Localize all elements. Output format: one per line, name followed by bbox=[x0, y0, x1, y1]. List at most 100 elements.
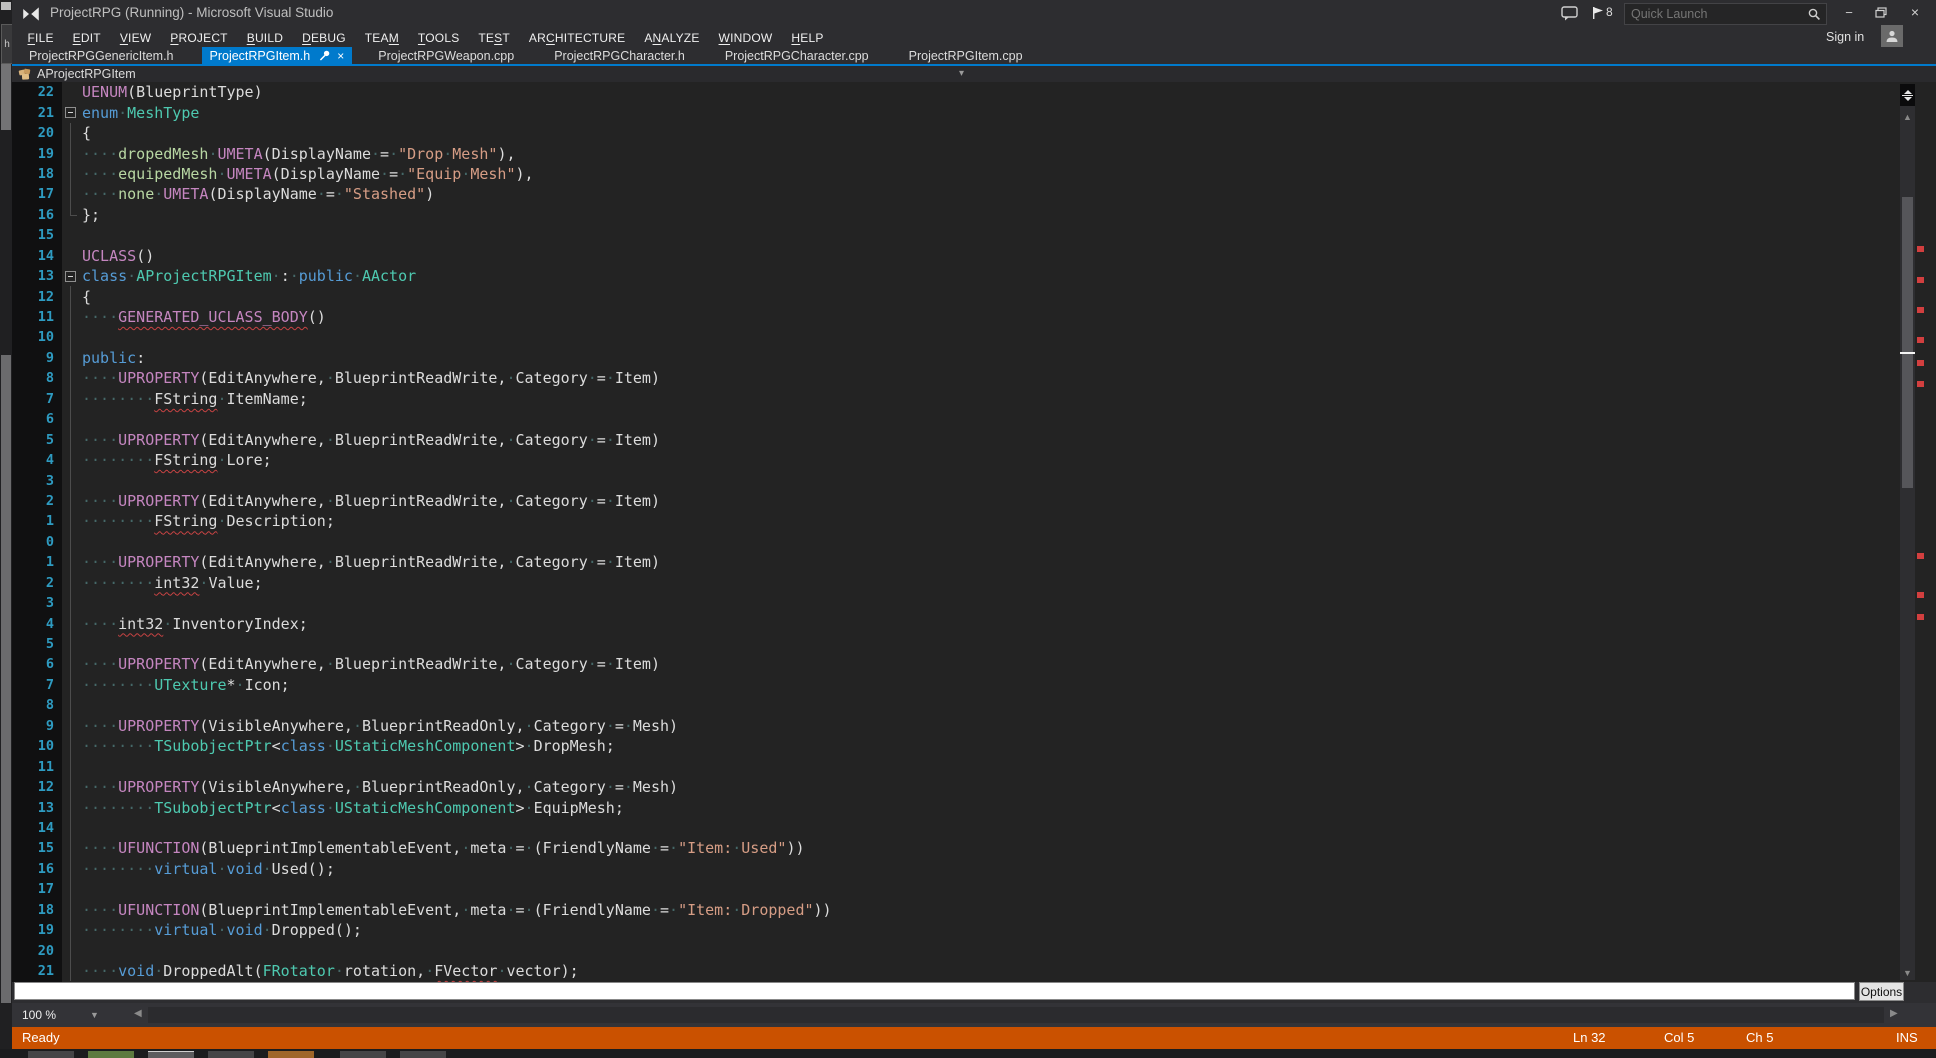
taskbar-app-button[interactable] bbox=[148, 1051, 194, 1058]
menu-item-view[interactable]: VIEW bbox=[110, 31, 160, 45]
code-line[interactable]: 18····UFUNCTION(BlueprintImplementableEv… bbox=[12, 900, 1898, 920]
taskbar-app-button[interactable] bbox=[208, 1051, 254, 1058]
notifications-flag[interactable]: 8 bbox=[1592, 5, 1613, 19]
tab-projectrpgcharacter.cpp[interactable]: ProjectRPGCharacter.cpp bbox=[713, 47, 881, 64]
close-button[interactable]: × bbox=[1900, 0, 1930, 24]
menu-item-architecture[interactable]: ARCHITECTURE bbox=[519, 31, 634, 45]
code-line[interactable]: 22UENUM(BlueprintType) bbox=[12, 82, 1898, 102]
code-line[interactable]: 14UCLASS() bbox=[12, 246, 1898, 266]
code-line[interactable]: 16}; bbox=[12, 205, 1898, 225]
code-line[interactable]: 16········virtual·void·Used(); bbox=[12, 859, 1898, 879]
code-line[interactable]: 4····int32·InventoryIndex; bbox=[12, 613, 1898, 633]
options-button[interactable]: Options bbox=[1859, 982, 1904, 1001]
zoom-level-combo[interactable]: 100 % ▼ bbox=[14, 1005, 124, 1025]
code-line[interactable]: 13········TSubobjectPtr<class·UStaticMes… bbox=[12, 797, 1898, 817]
code-line[interactable]: 21enum·MeshType bbox=[12, 102, 1898, 122]
code-line[interactable]: 1····UPROPERTY(EditAnywhere,·BlueprintRe… bbox=[12, 552, 1898, 572]
code-line[interactable]: 1········FString·Description; bbox=[12, 511, 1898, 531]
taskbar-app-button[interactable] bbox=[28, 1051, 74, 1058]
command-bar-input[interactable] bbox=[14, 982, 1855, 1000]
code-line[interactable]: 7········FString·ItemName; bbox=[12, 389, 1898, 409]
scroll-up-arrow[interactable]: ▲ bbox=[1900, 110, 1915, 124]
code-line[interactable]: 4········FString·Lore; bbox=[12, 450, 1898, 470]
tab-projectrpgcharacter.h[interactable]: ProjectRPGCharacter.h bbox=[542, 47, 697, 64]
feedback-bubble-icon[interactable] bbox=[1561, 6, 1578, 21]
code-line[interactable]: 12····UPROPERTY(VisibleAnywhere,·Bluepri… bbox=[12, 777, 1898, 797]
tab-projectrpggenericitem.h[interactable]: ProjectRPGGenericItem.h bbox=[17, 47, 186, 64]
menu-item-project[interactable]: PROJECT bbox=[161, 31, 237, 45]
code-line[interactable]: 6····UPROPERTY(EditAnywhere,·BlueprintRe… bbox=[12, 654, 1898, 674]
code-line[interactable]: 5····UPROPERTY(EditAnywhere,·BlueprintRe… bbox=[12, 429, 1898, 449]
code-line[interactable]: 15 bbox=[12, 225, 1898, 245]
search-icon[interactable] bbox=[1807, 7, 1821, 21]
tab-projectrpgitem.cpp[interactable]: ProjectRPGItem.cpp bbox=[897, 47, 1035, 64]
vertical-scrollbar-thumb[interactable] bbox=[1902, 197, 1913, 488]
tab-projectrpgitem.h[interactable]: ProjectRPGItem.h× bbox=[202, 47, 353, 64]
code-line[interactable]: 17 bbox=[12, 879, 1898, 899]
taskbar-app-button[interactable] bbox=[88, 1051, 134, 1058]
menu-item-edit[interactable]: EDIT bbox=[63, 31, 110, 45]
menu-item-debug[interactable]: DEBUG bbox=[293, 31, 356, 45]
error-mark-icon[interactable] bbox=[1917, 614, 1924, 620]
scroll-right-arrow[interactable]: ▶ bbox=[1890, 1008, 1898, 1019]
code-line[interactable]: 19········virtual·void·Dropped(); bbox=[12, 920, 1898, 940]
code-editor[interactable]: 22UENUM(BlueprintType)21enum·MeshType20{… bbox=[12, 82, 1936, 982]
menu-item-analyze[interactable]: ANALYZE bbox=[635, 31, 709, 45]
error-mark-icon[interactable] bbox=[1917, 307, 1924, 313]
menu-item-window[interactable]: WINDOW bbox=[709, 31, 782, 45]
tab-projectrpgweapon.cpp[interactable]: ProjectRPGWeapon.cpp bbox=[366, 47, 526, 64]
code-line[interactable]: 19····dropedMesh·UMETA(DisplayName·=·"Dr… bbox=[12, 143, 1898, 163]
code-line[interactable]: 20 bbox=[12, 940, 1898, 960]
code-line[interactable]: 18····equipedMesh·UMETA(DisplayName·=·"E… bbox=[12, 164, 1898, 184]
outline-collapse-box[interactable] bbox=[62, 102, 82, 122]
code-line[interactable]: 8····UPROPERTY(EditAnywhere,·BlueprintRe… bbox=[12, 368, 1898, 388]
navigation-bar[interactable]: AProjectRPGItem ▾ bbox=[12, 66, 1936, 83]
code-line[interactable]: 9public: bbox=[12, 348, 1898, 368]
error-mark-icon[interactable] bbox=[1917, 381, 1924, 387]
error-mark-icon[interactable] bbox=[1917, 592, 1924, 598]
chevron-down-icon[interactable]: ▾ bbox=[959, 68, 964, 79]
code-line[interactable]: 5 bbox=[12, 634, 1898, 654]
code-line[interactable]: 3 bbox=[12, 470, 1898, 490]
code-line[interactable]: 3 bbox=[12, 593, 1898, 613]
horizontal-scrollbar-track[interactable] bbox=[148, 1007, 1884, 1023]
code-line[interactable]: 2····UPROPERTY(EditAnywhere,·BlueprintRe… bbox=[12, 491, 1898, 511]
chevron-down-icon[interactable]: ▼ bbox=[90, 1010, 99, 1020]
code-line[interactable]: 8 bbox=[12, 695, 1898, 715]
code-line[interactable]: 12{ bbox=[12, 286, 1898, 306]
scroll-left-arrow[interactable]: ◀ bbox=[134, 1008, 142, 1019]
menu-item-tools[interactable]: TOOLS bbox=[408, 31, 468, 45]
menu-item-help[interactable]: HELP bbox=[782, 31, 833, 45]
code-lines[interactable]: 22UENUM(BlueprintType)21enum·MeshType20{… bbox=[12, 82, 1898, 981]
avatar[interactable] bbox=[1881, 25, 1903, 47]
code-line[interactable]: 13class·AProjectRPGItem·:·public·AActor bbox=[12, 266, 1898, 286]
menu-item-file[interactable]: FILE bbox=[18, 31, 63, 45]
code-line[interactable]: 6 bbox=[12, 409, 1898, 429]
code-line[interactable]: 0 bbox=[12, 532, 1898, 552]
error-mark-icon[interactable] bbox=[1917, 337, 1924, 343]
code-line[interactable]: 10········TSubobjectPtr<class·UStaticMes… bbox=[12, 736, 1898, 756]
nav-scope-dropdown[interactable]: AProjectRPGItem bbox=[37, 67, 136, 81]
code-line[interactable]: 9····UPROPERTY(VisibleAnywhere,·Blueprin… bbox=[12, 716, 1898, 736]
menu-item-build[interactable]: BUILD bbox=[237, 31, 292, 45]
scroll-down-arrow[interactable]: ▼ bbox=[1900, 966, 1915, 980]
sign-in-link[interactable]: Sign in bbox=[1826, 30, 1864, 44]
error-mark-icon[interactable] bbox=[1917, 277, 1924, 283]
code-line[interactable]: 17····none·UMETA(DisplayName·=·"Stashed"… bbox=[12, 184, 1898, 204]
code-line[interactable]: 11····GENERATED_UCLASS_BODY() bbox=[12, 307, 1898, 327]
code-line[interactable]: 14 bbox=[12, 818, 1898, 838]
error-mark-icon[interactable] bbox=[1917, 360, 1924, 366]
minimize-button[interactable]: − bbox=[1834, 0, 1864, 24]
code-line[interactable]: 21····void·DroppedAlt(FRotator·rotation,… bbox=[12, 961, 1898, 981]
quick-launch-input[interactable] bbox=[1625, 7, 1807, 21]
code-line[interactable]: 10 bbox=[12, 327, 1898, 347]
taskbar-app-button[interactable] bbox=[340, 1051, 386, 1058]
taskbar-app-button[interactable] bbox=[400, 1051, 446, 1058]
outline-collapse-box[interactable] bbox=[62, 266, 82, 286]
code-line[interactable]: 20{ bbox=[12, 123, 1898, 143]
title-bar[interactable]: ProjectRPG (Running) - Microsoft Visual … bbox=[12, 0, 1936, 28]
menu-item-team[interactable]: TEAM bbox=[355, 31, 408, 45]
quick-launch-box[interactable] bbox=[1624, 3, 1827, 25]
tab-close-icon[interactable]: × bbox=[337, 49, 344, 63]
splitter-gripper-icon[interactable] bbox=[1900, 84, 1915, 106]
